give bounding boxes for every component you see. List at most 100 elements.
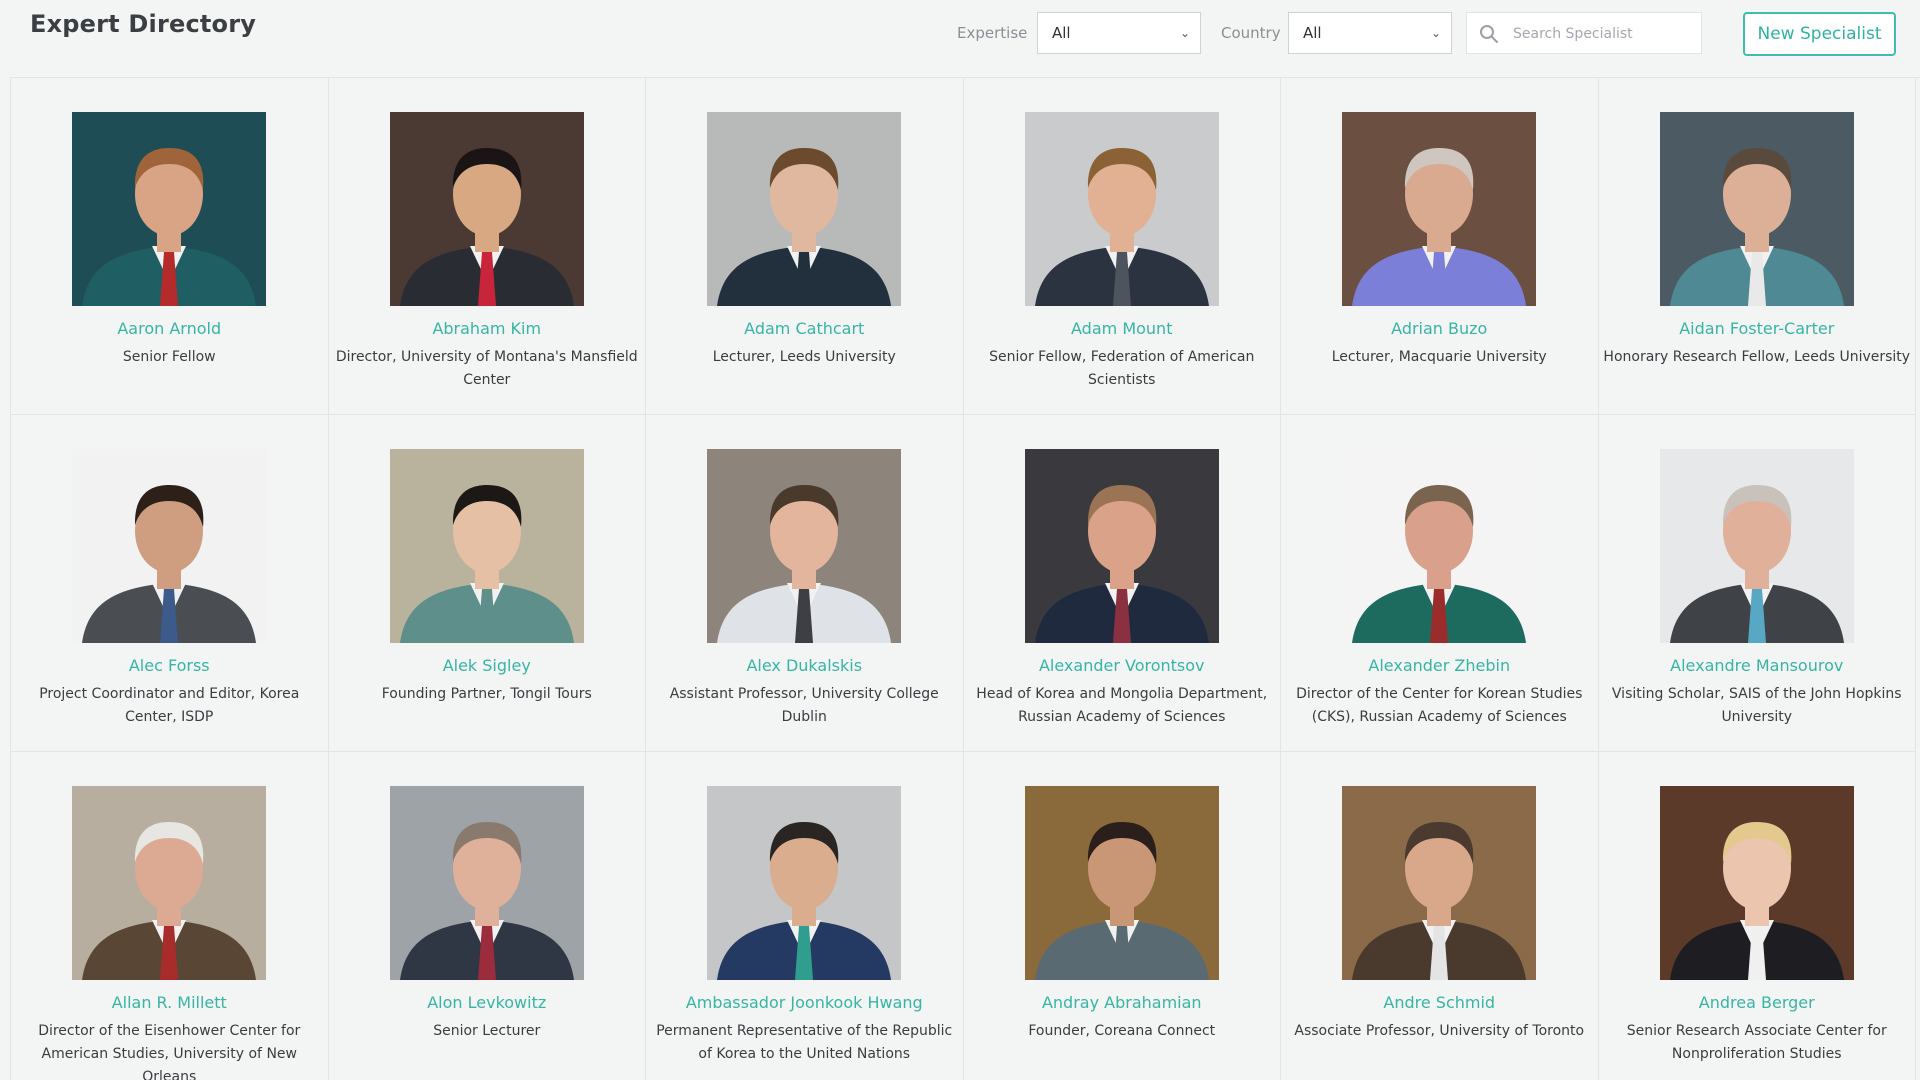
expert-photo[interactable] — [72, 786, 267, 980]
avatar — [707, 449, 902, 643]
search-box — [1466, 12, 1702, 55]
expert-card[interactable]: Adam Mount Senior Fellow, Federation of A… — [963, 78, 1281, 415]
expert-role: Permanent Representative of the Republic… — [656, 1023, 953, 1062]
avatar — [1024, 786, 1219, 980]
expert-card[interactable]: Alon Levkowitz Senior Lecturer — [329, 752, 646, 1080]
expertise-select[interactable]: All ⌄ — [1037, 12, 1201, 54]
expert-card[interactable]: Aaron Arnold Senior Fellow — [11, 78, 329, 415]
avatar — [1024, 449, 1219, 643]
expert-card[interactable]: Aidan Foster-Carter Honorary Research Fel… — [1598, 78, 1916, 415]
avatar — [1659, 449, 1854, 643]
expert-name[interactable]: Adam Mount — [964, 319, 1281, 338]
expert-role: Lecturer, Leeds University — [712, 349, 896, 365]
avatar — [389, 112, 584, 306]
expert-card[interactable]: Alec Forss Project Coordinator and Editor… — [11, 415, 329, 752]
expert-role: Director of the Center for Korean Studie… — [1296, 686, 1583, 725]
expert-role: Head of Korea and Mongolia Department, R… — [976, 686, 1268, 725]
expert-card[interactable]: Allan R. Millett Director of the Eisenhow… — [11, 752, 329, 1080]
expert-role: Assistant Professor, University College … — [669, 686, 939, 725]
expert-name[interactable]: Alexandre Mansourov — [1599, 656, 1916, 675]
expert-photo[interactable] — [1024, 786, 1219, 980]
expert-name[interactable]: Adam Cathcart — [646, 319, 963, 338]
avatar — [1659, 786, 1854, 980]
expert-name[interactable]: Adrian Buzo — [1281, 319, 1598, 338]
avatar — [707, 112, 902, 306]
expert-photo[interactable] — [707, 112, 902, 306]
expert-card[interactable]: Alex Dukalskis Assistant Professor, Unive… — [646, 415, 964, 752]
expertise-label: Expertise — [957, 24, 1028, 42]
expert-name[interactable]: Alek Sigley — [329, 656, 646, 675]
expert-card[interactable]: Andrea Berger Senior Research Associate C… — [1599, 752, 1916, 1080]
expert-name[interactable]: Aaron Arnold — [11, 319, 328, 338]
expert-name[interactable]: Alex Dukalskis — [646, 656, 963, 675]
expert-photo[interactable] — [72, 112, 267, 306]
avatar — [707, 786, 902, 980]
chevron-down-icon: ⌄ — [1179, 26, 1190, 40]
expert-photo[interactable] — [1024, 449, 1219, 643]
expert-name[interactable]: Alexander Zhebin — [1281, 656, 1598, 675]
search-icon — [1480, 25, 1498, 43]
expert-name[interactable]: Alexander Vorontsov — [964, 656, 1281, 675]
avatar — [1342, 112, 1537, 306]
expert-role: Senior Fellow, Federation of American Sc… — [989, 349, 1255, 388]
expert-name[interactable]: Andre Schmid — [1281, 993, 1598, 1012]
expert-photo[interactable] — [707, 786, 902, 980]
expert-card[interactable]: Andre Schmid Associate Professor, Univers… — [1281, 752, 1599, 1080]
expert-name[interactable]: Allan R. Millett — [11, 993, 328, 1012]
expert-photo[interactable] — [1659, 449, 1854, 643]
expert-card[interactable]: Ambassador Joonkook Hwang Permanent Repre… — [646, 752, 964, 1080]
header: Expert Directory Expertise All ⌄ Country… — [0, 0, 1920, 76]
expert-card[interactable]: Alexander Vorontsov Head of Korea and Mon… — [963, 415, 1281, 752]
expert-name[interactable]: Abraham Kim — [329, 319, 646, 338]
expert-photo[interactable] — [1659, 112, 1854, 306]
expert-photo[interactable] — [1342, 112, 1537, 306]
page-title: Expert Directory — [30, 10, 257, 38]
avatar — [72, 449, 267, 643]
expert-name[interactable]: Aidan Foster-Carter — [1599, 319, 1916, 338]
expert-card[interactable]: Alexander Zhebin Director of the Center f… — [1281, 415, 1599, 752]
expert-role: Founder, Coreana Connect — [1028, 1023, 1216, 1039]
expert-card[interactable]: Abraham Kim Director, University of Monta… — [328, 78, 646, 415]
search-input[interactable] — [1511, 13, 1695, 55]
expert-name[interactable]: Alon Levkowitz — [329, 993, 646, 1012]
avatar — [1342, 449, 1537, 643]
expert-card[interactable]: Andray Abrahamian Founder, Coreana Connec… — [964, 752, 1281, 1080]
avatar — [72, 112, 267, 306]
avatar — [1342, 786, 1537, 980]
expert-photo[interactable] — [1659, 786, 1854, 980]
expert-photo[interactable] — [1342, 449, 1537, 643]
expert-photo[interactable] — [1342, 786, 1537, 980]
avatar — [389, 449, 584, 643]
expert-role: Project Coordinator and Editor, Korea Ce… — [39, 686, 300, 725]
expert-photo[interactable] — [389, 786, 584, 980]
expert-photo[interactable] — [389, 112, 584, 306]
country-select[interactable]: All ⌄ — [1288, 12, 1452, 54]
expert-card[interactable]: Adrian Buzo Lecturer, Macquarie Universit… — [1281, 78, 1599, 415]
expert-role: Honorary Research Fellow, Leeds Universi… — [1603, 349, 1911, 365]
expert-card[interactable]: Alexandre Mansourov Visiting Scholar, SAI… — [1598, 415, 1916, 752]
expert-name[interactable]: Ambassador Joonkook Hwang — [646, 993, 963, 1012]
expert-role: Senior Lecturer — [433, 1023, 541, 1039]
expert-role: Lecturer, Macquarie University — [1331, 349, 1547, 365]
expert-role: Associate Professor, University of Toron… — [1294, 1023, 1585, 1039]
expert-card[interactable]: Alek Sigley Founding Partner, Tongil Tour… — [328, 415, 646, 752]
expert-photo[interactable] — [1024, 112, 1219, 306]
avatar — [72, 786, 267, 980]
expert-grid: Aaron Arnold Senior Fellow Abraham Kim Dire… — [10, 77, 1920, 1080]
expert-card[interactable]: Adam Cathcart Lecturer, Leeds University — [646, 78, 964, 415]
new-specialist-button[interactable]: New Specialist — [1743, 12, 1896, 56]
expert-name[interactable]: Andray Abrahamian — [964, 993, 1281, 1012]
expert-role: Visiting Scholar, SAIS of the John Hopki… — [1611, 686, 1902, 725]
expert-name[interactable]: Andrea Berger — [1599, 993, 1916, 1012]
expert-role: Senior Research Associate Center for Non… — [1626, 1023, 1887, 1062]
expert-photo[interactable] — [72, 449, 267, 643]
expert-photo[interactable] — [707, 449, 902, 643]
avatar — [1659, 112, 1854, 306]
expert-role: Senior Fellow — [122, 349, 216, 365]
expert-photo[interactable] — [389, 449, 584, 643]
expert-name[interactable]: Alec Forss — [11, 656, 328, 675]
expert-role: Founding Partner, Tongil Tours — [381, 686, 592, 702]
country-label: Country — [1221, 24, 1281, 42]
chevron-down-icon: ⌄ — [1430, 26, 1441, 40]
expert-directory-page: Expert Directory Expertise All ⌄ Country… — [0, 0, 1920, 1080]
